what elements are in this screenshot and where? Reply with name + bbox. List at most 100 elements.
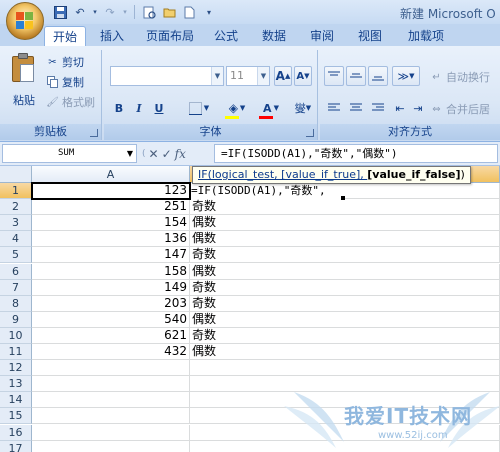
- cancel-icon[interactable]: ✕: [149, 147, 159, 161]
- cell-b[interactable]: 偶数: [190, 344, 500, 360]
- cell-b[interactable]: [190, 441, 500, 452]
- cell-b[interactable]: 偶数: [190, 264, 500, 280]
- cell-b[interactable]: 偶数: [190, 312, 500, 328]
- fill-color-button[interactable]: ◈ ▼: [222, 98, 252, 118]
- cell-a[interactable]: 432: [32, 344, 190, 360]
- row-header[interactable]: 15: [0, 408, 32, 424]
- row-header[interactable]: 11: [0, 344, 32, 360]
- font-name-select[interactable]: ▼: [110, 66, 224, 86]
- row-header[interactable]: 14: [0, 392, 32, 408]
- tab-home[interactable]: 开始: [44, 26, 86, 46]
- tooltip-current-arg[interactable]: [value_if_false]: [367, 168, 460, 181]
- font-launcher-icon[interactable]: [306, 129, 314, 137]
- clipboard-launcher-icon[interactable]: [90, 129, 98, 137]
- align-middle-button[interactable]: [346, 66, 366, 86]
- tab-view[interactable]: 视图: [352, 26, 388, 46]
- shrink-font-button[interactable]: A ▼: [294, 66, 312, 86]
- row-header[interactable]: 3: [0, 215, 32, 231]
- borders-button[interactable]: ▼: [184, 98, 214, 118]
- font-color-button[interactable]: A ▼: [256, 98, 286, 118]
- cell-a[interactable]: 158: [32, 264, 190, 280]
- cell-a[interactable]: [32, 376, 190, 392]
- row-header[interactable]: 13: [0, 376, 32, 392]
- align-center-button[interactable]: [346, 98, 366, 118]
- row-header[interactable]: 1: [0, 183, 32, 199]
- underline-button[interactable]: U: [150, 98, 168, 118]
- row-header[interactable]: 12: [0, 360, 32, 376]
- formula-input[interactable]: =IF(ISODD(A1),"奇数","偶数"): [214, 144, 498, 163]
- row-header[interactable]: 10: [0, 328, 32, 344]
- merge-center-button[interactable]: ⇔ 合并后居: [430, 101, 490, 117]
- cell-a[interactable]: 147: [32, 247, 190, 263]
- new-icon[interactable]: [181, 4, 197, 20]
- align-right-button[interactable]: [368, 98, 388, 118]
- cell-a[interactable]: [32, 360, 190, 376]
- tab-data[interactable]: 数据: [256, 26, 292, 46]
- align-bottom-button[interactable]: [368, 66, 388, 86]
- wrap-text-button[interactable]: ↵ 自动换行: [430, 69, 490, 85]
- cell-a[interactable]: 149: [32, 280, 190, 296]
- cut-button[interactable]: ✂ 剪切: [46, 54, 84, 70]
- redo-dropdown-icon[interactable]: ▾: [122, 4, 128, 20]
- office-button[interactable]: [6, 2, 44, 40]
- undo-dropdown-icon[interactable]: ▾: [92, 4, 98, 20]
- fill-handle[interactable]: [341, 196, 345, 200]
- cell-b[interactable]: 奇数: [190, 199, 500, 215]
- print-preview-icon[interactable]: [141, 4, 157, 20]
- cell-a[interactable]: 136: [32, 231, 190, 247]
- row-header[interactable]: 17: [0, 441, 32, 452]
- cell-a[interactable]: 203: [32, 296, 190, 312]
- row-header[interactable]: 6: [0, 264, 32, 280]
- cell-b[interactable]: 偶数: [190, 231, 500, 247]
- customize-icon[interactable]: ▾: [201, 4, 217, 20]
- cell-b[interactable]: 奇数: [190, 247, 500, 263]
- cell-b[interactable]: 奇数: [190, 296, 500, 312]
- align-left-button[interactable]: [324, 98, 344, 118]
- paste-button[interactable]: 粘贴: [6, 52, 42, 112]
- copy-button[interactable]: 复制: [46, 74, 84, 90]
- column-header-a[interactable]: A: [32, 166, 190, 183]
- row-header[interactable]: 5: [0, 247, 32, 263]
- cell-a[interactable]: 251: [32, 199, 190, 215]
- orientation-button[interactable]: ≫ ▼: [392, 66, 420, 86]
- open-icon[interactable]: [161, 4, 177, 20]
- cell-b[interactable]: 偶数: [190, 215, 500, 231]
- tab-add-ins[interactable]: 加载项: [402, 26, 450, 46]
- enter-icon[interactable]: ✓: [162, 147, 172, 161]
- row-header[interactable]: 2: [0, 199, 32, 215]
- tooltip-function-name[interactable]: IF(logical_test, [value_if_true],: [198, 168, 367, 181]
- format-painter-button[interactable]: 🖌 格式刷: [46, 94, 95, 110]
- cell-a[interactable]: [32, 392, 190, 408]
- tab-insert[interactable]: 插入: [94, 26, 130, 46]
- bold-button[interactable]: B: [110, 98, 128, 118]
- name-box[interactable]: SUM ▼: [2, 144, 137, 163]
- formula-expand-handle-icon[interactable]: (: [142, 149, 146, 159]
- cell-b[interactable]: [190, 360, 500, 376]
- row-header[interactable]: 4: [0, 231, 32, 247]
- cell-a[interactable]: [32, 441, 190, 452]
- cell-b[interactable]: 奇数: [190, 280, 500, 296]
- cell-a[interactable]: 540: [32, 312, 190, 328]
- cell-a[interactable]: [32, 408, 190, 424]
- align-top-button[interactable]: [324, 66, 344, 86]
- increase-indent-button[interactable]: ⇥: [410, 98, 426, 118]
- cell-b[interactable]: [190, 408, 500, 424]
- cell-b[interactable]: [190, 392, 500, 408]
- italic-button[interactable]: I: [130, 98, 148, 118]
- font-size-select[interactable]: 11 ▼: [226, 66, 270, 86]
- phonetic-button[interactable]: 燮 ▼: [290, 98, 316, 118]
- select-all-button[interactable]: [0, 166, 32, 183]
- tab-review[interactable]: 审阅: [304, 26, 340, 46]
- row-header[interactable]: 9: [0, 312, 32, 328]
- insert-function-button[interactable]: fx: [175, 147, 186, 161]
- tab-formulas[interactable]: 公式: [208, 26, 244, 46]
- cell-a[interactable]: [32, 425, 190, 441]
- cell-b[interactable]: 奇数: [190, 328, 500, 344]
- redo-icon[interactable]: ↷: [102, 4, 118, 20]
- cell-b1-editor[interactable]: =IF(ISODD(A1),"奇数",: [191, 183, 343, 199]
- cell-a[interactable]: 154: [32, 215, 190, 231]
- save-icon[interactable]: [52, 4, 68, 20]
- cell-b[interactable]: [190, 425, 500, 441]
- cell-b[interactable]: [190, 376, 500, 392]
- grow-font-button[interactable]: A ▲: [274, 66, 292, 86]
